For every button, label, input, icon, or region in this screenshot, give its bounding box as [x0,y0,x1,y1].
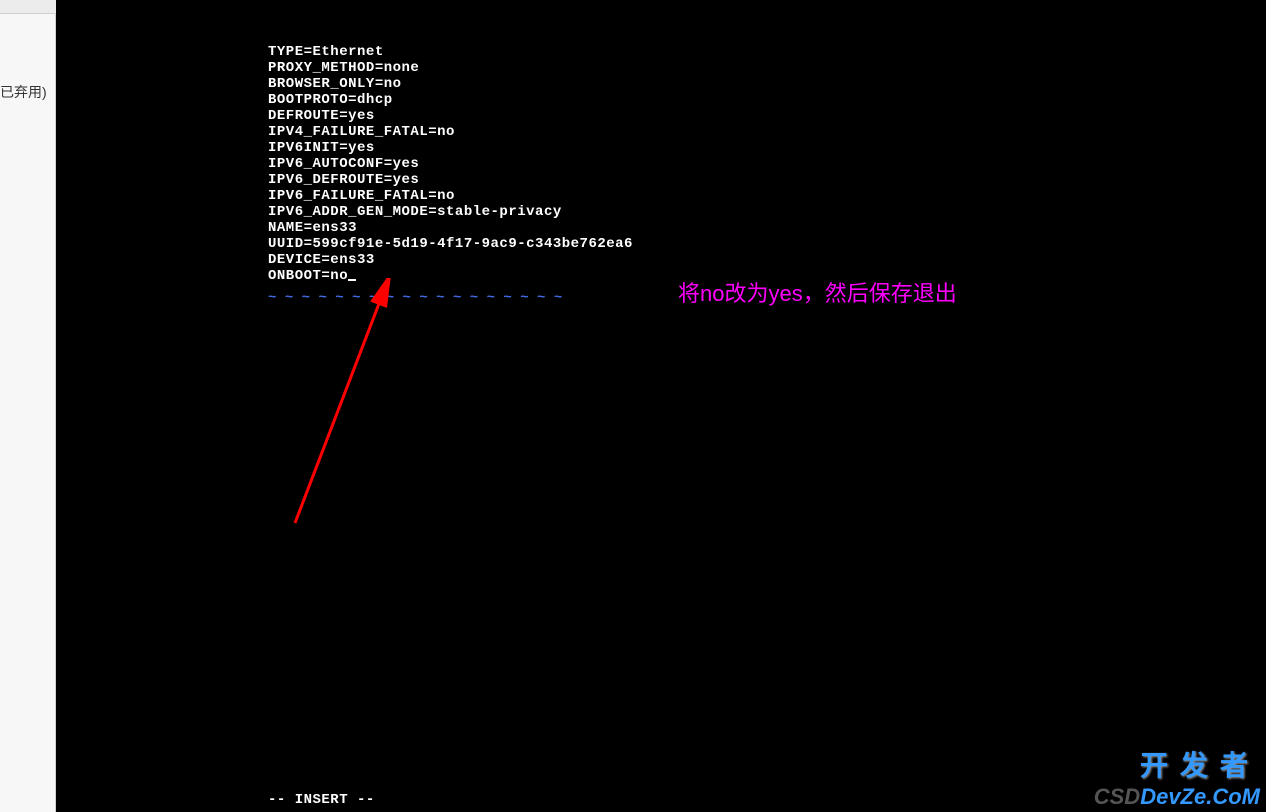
config-line: DEFROUTE=yes [268,108,375,124]
config-line: PROXY_METHOD=none [268,60,419,76]
terminal-file-content[interactable]: TYPE=Ethernet PROXY_METHOD=none BROWSER_… [268,44,633,284]
config-line: UUID=599cf91e-5d19-4f17-9ac9-c343be762ea… [268,236,633,252]
terminal-window[interactable]: TYPE=Ethernet PROXY_METHOD=none BROWSER_… [56,0,1266,812]
config-line: IPV6_FAILURE_FATAL=no [268,188,455,204]
watermark-csd: CSD [1094,784,1140,809]
config-line: ONBOOT=no [268,268,348,284]
left-panel: 已弃用) [0,0,56,812]
annotation-arrow-icon [290,278,400,528]
left-panel-label: 已弃用) [0,82,47,102]
text-cursor [348,279,356,281]
config-line: BROWSER_ONLY=no [268,76,402,92]
watermark-url: CSDDevZe.CoM [1094,784,1260,810]
watermark-devze: DevZe.CoM [1140,784,1260,809]
config-line: BOOTPROTO=dhcp [268,92,393,108]
config-line: IPV4_FAILURE_FATAL=no [268,124,455,140]
vim-status-line: -- INSERT -- [268,792,375,808]
config-line: DEVICE=ens33 [268,252,375,268]
annotation-instruction: 将no改为yes，然后保存退出 [678,276,957,308]
config-line: TYPE=Ethernet [268,44,384,60]
config-line: IPV6_AUTOCONF=yes [268,156,419,172]
config-line: NAME=ens33 [268,220,357,236]
config-line: IPV6INIT=yes [268,140,375,156]
vim-tilde-lines: ~ ~ ~ ~ ~ ~ ~ ~ ~ ~ ~ ~ ~ ~ ~ ~ ~ ~ [268,284,562,312]
left-panel-top-bar [0,0,56,14]
config-line: IPV6_DEFROUTE=yes [268,172,419,188]
watermark-chinese: 开发者 [1140,744,1260,784]
config-line: IPV6_ADDR_GEN_MODE=stable-privacy [268,204,562,220]
